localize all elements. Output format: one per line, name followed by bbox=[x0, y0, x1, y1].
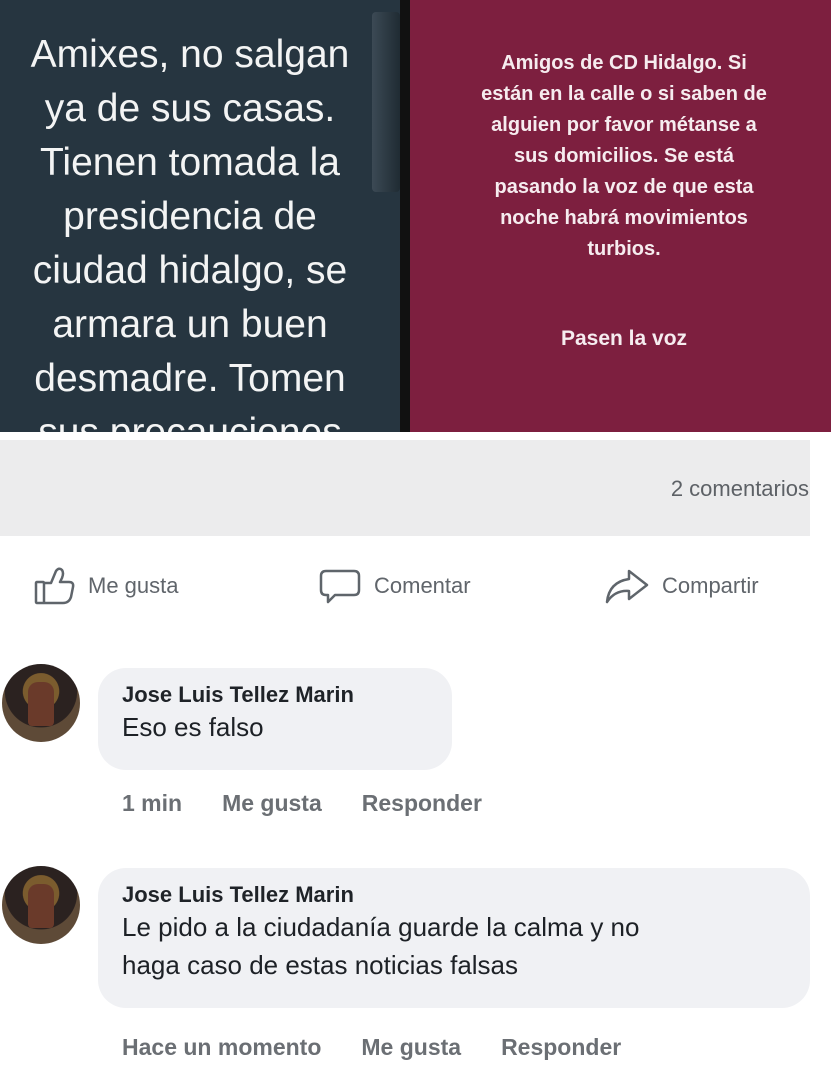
like-label: Me gusta bbox=[88, 573, 179, 598]
right-image-panel[interactable]: Amigos de CD Hidalgo. Si están en la cal… bbox=[410, 0, 831, 432]
share-label: Compartir bbox=[662, 573, 759, 598]
comments-count[interactable]: 2 comentarios bbox=[671, 476, 809, 502]
avatar[interactable] bbox=[2, 866, 80, 944]
thumbs-up-icon bbox=[34, 566, 76, 606]
comment-time: Hace un momento bbox=[122, 1034, 322, 1060]
comment-like-link[interactable]: Me gusta bbox=[222, 790, 322, 817]
comment-meta: 1 min Me gusta Responder bbox=[122, 790, 482, 817]
post-images: Amixes, no salgan ya de sus casas. Tiene… bbox=[0, 0, 831, 432]
left-image-text: Amixes, no salgan ya de sus casas. Tiene… bbox=[30, 33, 350, 432]
comment-time: 1 min bbox=[122, 790, 183, 816]
comment-item: Jose Luis Tellez Marin Eso es falso 1 mi… bbox=[0, 664, 831, 834]
share-icon bbox=[604, 566, 650, 606]
comment-button[interactable]: Comentar bbox=[318, 560, 471, 612]
avatar[interactable] bbox=[2, 664, 80, 742]
post-actions: Me gusta Comentar Compartir bbox=[0, 560, 831, 612]
comment-author[interactable]: Jose Luis Tellez Marin bbox=[122, 882, 786, 908]
comment-label: Comentar bbox=[374, 573, 471, 598]
share-button[interactable]: Compartir bbox=[604, 560, 759, 612]
scroll-handle[interactable] bbox=[372, 12, 400, 192]
like-button[interactable]: Me gusta bbox=[34, 560, 179, 612]
comment-text: Le pido a la ciudadanía guarde la calma … bbox=[122, 912, 640, 980]
comment-like-link[interactable]: Me gusta bbox=[361, 1034, 461, 1061]
comment-icon bbox=[318, 567, 362, 605]
comment-item: Jose Luis Tellez Marin Le pido a la ciud… bbox=[0, 866, 831, 1066]
comment-meta: Hace un momento Me gusta Responder bbox=[122, 1034, 621, 1061]
comment-author[interactable]: Jose Luis Tellez Marin bbox=[122, 682, 428, 708]
right-image-text: Amigos de CD Hidalgo. Si están en la cal… bbox=[481, 52, 767, 260]
left-image-panel[interactable]: Amixes, no salgan ya de sus casas. Tiene… bbox=[0, 0, 400, 432]
comment-bubble[interactable]: Jose Luis Tellez Marin Eso es falso bbox=[98, 668, 452, 770]
comment-reply-link[interactable]: Responder bbox=[501, 1034, 621, 1061]
comment-bubble[interactable]: Jose Luis Tellez Marin Le pido a la ciud… bbox=[98, 868, 810, 1008]
comment-text: Eso es falso bbox=[122, 712, 264, 742]
right-image-cta: Pasen la voz bbox=[560, 327, 688, 350]
comment-reply-link[interactable]: Responder bbox=[362, 790, 482, 817]
